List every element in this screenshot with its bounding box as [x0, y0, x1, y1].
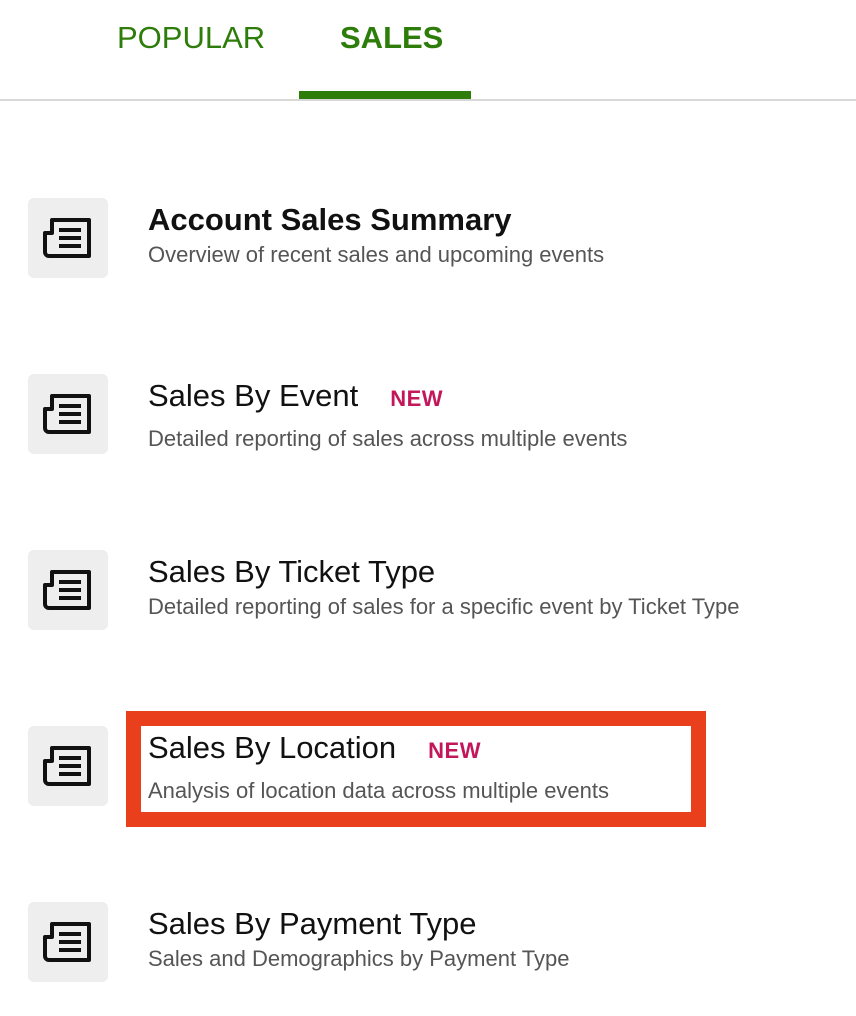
reports-page: POPULAR SALES Account Sales Summary Over… — [0, 0, 856, 1016]
highlight-box — [126, 711, 706, 827]
active-tab-indicator — [299, 91, 471, 99]
report-description: Overview of recent sales and upcoming ev… — [148, 242, 605, 267]
tab-bar: POPULAR SALES — [0, 0, 856, 101]
report-icon — [28, 198, 108, 278]
report-title: Sales By Event — [148, 378, 359, 413]
report-description: Detailed reporting of sales for a specif… — [148, 594, 740, 619]
report-title: Sales By Payment Type — [148, 906, 477, 941]
report-icon — [28, 902, 108, 982]
new-badge: NEW — [390, 386, 444, 411]
new-badge: NEW — [428, 738, 481, 763]
report-description: Sales and Demographics by Payment Type — [148, 946, 570, 971]
report-title-row: Sales By Event NEW — [148, 378, 443, 414]
report-icon — [28, 374, 108, 454]
report-title: Account Sales Summary — [148, 202, 512, 237]
report-icon — [28, 726, 108, 806]
report-title-row: Account Sales Summary — [148, 202, 512, 238]
report-title-row: Sales By Ticket Type — [148, 554, 435, 590]
tab-popular[interactable]: POPULAR — [117, 18, 265, 58]
report-description: Analysis of location data across multipl… — [148, 778, 610, 803]
tab-sales[interactable]: SALES — [340, 18, 443, 58]
report-description: Detailed reporting of sales across multi… — [148, 426, 628, 451]
report-icon — [28, 550, 108, 630]
report-title: Sales By Ticket Type — [148, 554, 436, 589]
report-title-row: Sales By Location NEW — [148, 730, 481, 766]
report-title: Sales By Location — [148, 730, 397, 765]
report-title-row: Sales By Payment Type — [148, 906, 477, 942]
